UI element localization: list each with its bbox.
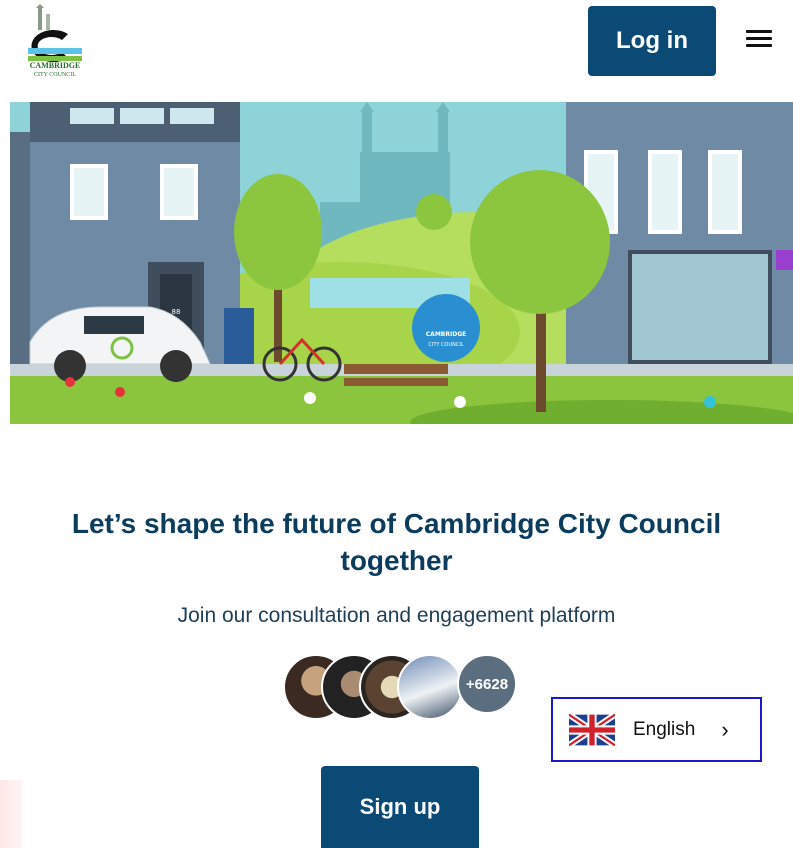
hamburger-icon[interactable]	[742, 26, 776, 56]
page-headline: Let’s shape the future of Cambridge City…	[71, 508, 722, 576]
avatar	[397, 654, 463, 720]
member-avatars: +6628	[283, 654, 523, 720]
city-street-illustration: 88 CAMBRIDGE CITY COUNCIL	[10, 102, 793, 424]
sign-text-2: CITY COUNCIL	[428, 342, 463, 348]
logo-text-1: CAMBRIDGE	[30, 61, 81, 70]
signup-button[interactable]: Sign up	[321, 766, 479, 848]
page-subtitle: Join our consultation and engagement pla…	[177, 604, 616, 627]
hero-illustration: 88 CAMBRIDGE CITY COUNCIL	[10, 102, 793, 424]
logo-icon: CAMBRIDGE CITY COUNCIL	[28, 4, 82, 78]
logo-text-2: CITY COUNCIL	[34, 72, 76, 78]
language-selector[interactable]: English ›	[551, 697, 762, 762]
decorative-accent	[0, 780, 22, 848]
member-count-badge: +6628	[457, 654, 517, 714]
site-header: CAMBRIDGE CITY COUNCIL Log in	[0, 0, 793, 100]
cambridge-logo[interactable]: CAMBRIDGE CITY COUNCIL	[20, 4, 90, 78]
login-button[interactable]: Log in	[588, 6, 716, 76]
uk-flag-icon	[569, 712, 615, 747]
sign-text-1: CAMBRIDGE	[426, 331, 466, 338]
chevron-right-icon: ›	[721, 716, 729, 742]
language-label: English	[633, 718, 696, 740]
